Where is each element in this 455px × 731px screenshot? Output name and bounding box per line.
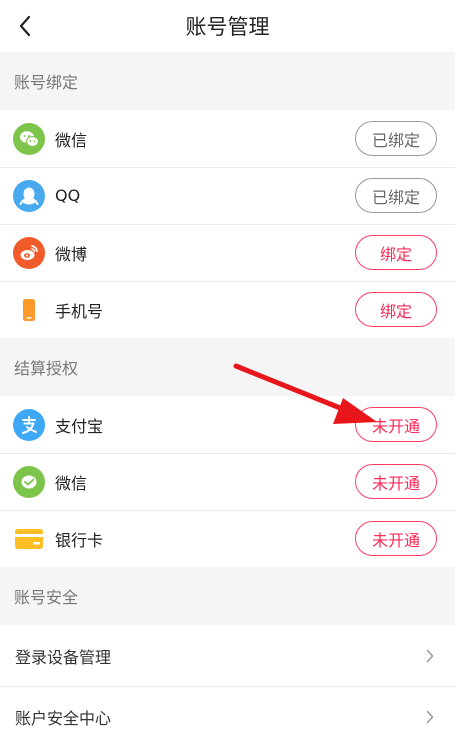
settlement-row-alipay: 支付宝 未开通	[0, 396, 455, 453]
wechat-pay-icon	[13, 465, 45, 498]
bank-card-icon	[13, 523, 45, 555]
security-row-device-management[interactable]: 登录设备管理	[0, 625, 455, 686]
bank-card-activate-button[interactable]: 未开通	[355, 521, 437, 556]
chevron-left-icon	[19, 15, 31, 37]
binding-label-qq: QQ	[55, 186, 81, 205]
section-header-settlement: 结算授权	[0, 338, 455, 396]
settlement-label-alipay: 支付宝	[55, 416, 104, 436]
binding-row-weibo: 微博 绑定	[0, 224, 455, 281]
section-header-binding: 账号绑定	[0, 52, 455, 110]
security-row-security-center[interactable]: 账户安全中心	[0, 686, 455, 731]
binding-label-wechat: 微信	[55, 130, 88, 150]
alipay-icon	[13, 408, 45, 441]
binding-label-weibo: 微博	[55, 244, 88, 264]
settlement-label-wechat: 微信	[55, 473, 88, 493]
alipay-activate-button[interactable]: 未开通	[355, 407, 437, 442]
settlement-row-wechat: 微信 未开通	[0, 453, 455, 510]
weibo-icon	[13, 236, 45, 269]
section-header-security: 账号安全	[0, 567, 455, 625]
chevron-right-icon	[423, 710, 437, 724]
settlement-label-bank-card: 银行卡	[55, 530, 104, 550]
phone-bind-button[interactable]: 绑定	[355, 292, 437, 327]
security-label-device-management: 登录设备管理	[15, 647, 112, 667]
weibo-bind-button[interactable]: 绑定	[355, 235, 437, 270]
back-button[interactable]	[14, 15, 36, 37]
chevron-right-icon	[423, 649, 437, 663]
wechat-pay-activate-button[interactable]: 未开通	[355, 464, 437, 499]
phone-icon	[13, 294, 45, 326]
binding-row-wechat: 微信 已绑定	[0, 110, 455, 167]
qq-bound-button[interactable]: 已绑定	[355, 178, 437, 213]
page-title: 账号管理	[185, 15, 270, 39]
wechat-bound-button[interactable]: 已绑定	[355, 121, 437, 156]
binding-label-phone: 手机号	[55, 301, 104, 321]
binding-row-phone: 手机号 绑定	[0, 281, 455, 338]
binding-row-qq: QQ 已绑定	[0, 167, 455, 224]
qq-icon	[13, 179, 45, 212]
wechat-icon	[13, 122, 45, 155]
top-bar: 账号管理	[0, 0, 455, 52]
settlement-row-bank-card: 银行卡 未开通	[0, 510, 455, 567]
security-label-security-center: 账户安全中心	[15, 708, 112, 728]
